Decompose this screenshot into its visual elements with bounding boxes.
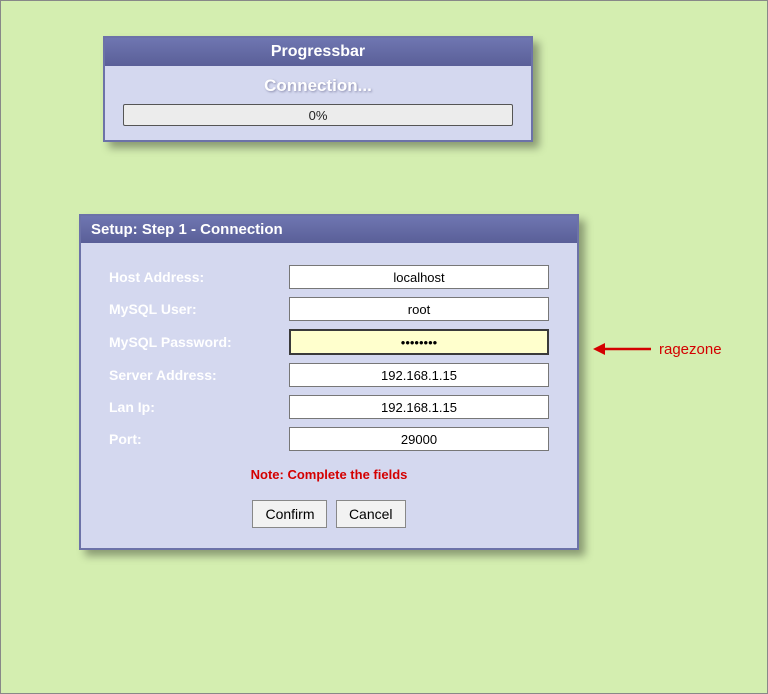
row-password: MySQL Password: — [109, 329, 549, 355]
input-mysql-user[interactable] — [289, 297, 549, 321]
label-password: MySQL Password: — [109, 334, 289, 350]
row-server: Server Address: — [109, 363, 549, 387]
setup-panel: Setup: Step 1 - Connection Host Address:… — [79, 214, 579, 550]
label-server: Server Address: — [109, 367, 289, 383]
row-lan: Lan Ip: — [109, 395, 549, 419]
row-host: Host Address: — [109, 265, 549, 289]
annotation: ragezone — [593, 339, 722, 359]
input-lan-ip[interactable] — [289, 395, 549, 419]
progressbar-body: Connection... 0% — [105, 66, 531, 140]
label-host: Host Address: — [109, 269, 289, 285]
setup-title: Setup: Step 1 - Connection — [81, 216, 577, 243]
input-server-address[interactable] — [289, 363, 549, 387]
input-port[interactable] — [289, 427, 549, 451]
progressbar-status: Connection... — [123, 76, 513, 96]
progressbar-percent: 0% — [309, 108, 328, 123]
input-mysql-password[interactable] — [289, 329, 549, 355]
label-port: Port: — [109, 431, 289, 447]
confirm-button[interactable]: Confirm — [252, 500, 327, 528]
progressbar-track: 0% — [123, 104, 513, 126]
cancel-button[interactable]: Cancel — [336, 500, 406, 528]
arrow-left-icon — [593, 339, 653, 359]
label-user: MySQL User: — [109, 301, 289, 317]
row-user: MySQL User: — [109, 297, 549, 321]
input-host-address[interactable] — [289, 265, 549, 289]
progressbar-panel: Progressbar Connection... 0% — [103, 36, 533, 142]
setup-body: Host Address: MySQL User: MySQL Password… — [81, 243, 577, 548]
label-lan: Lan Ip: — [109, 399, 289, 415]
annotation-text: ragezone — [659, 341, 722, 358]
button-row: Confirm Cancel — [109, 500, 549, 528]
note-text: Note: Complete the fields — [109, 467, 549, 482]
progressbar-title: Progressbar — [105, 38, 531, 66]
row-port: Port: — [109, 427, 549, 451]
